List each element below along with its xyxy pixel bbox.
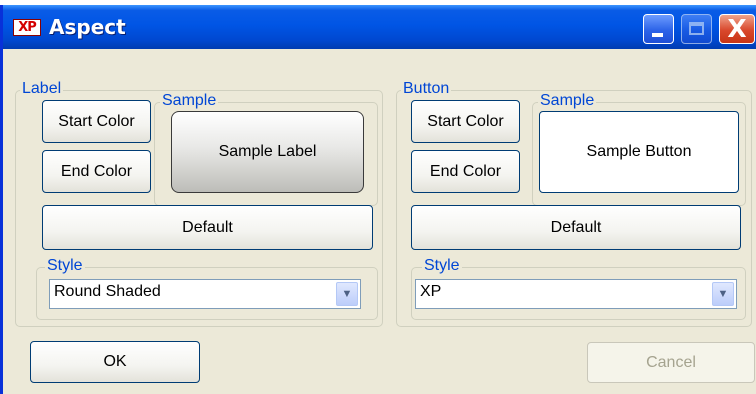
- button-style-select[interactable]: XP ▼: [415, 279, 737, 309]
- label-style-dropdown-arrow[interactable]: ▼: [336, 282, 358, 306]
- label-style-legend: Style: [45, 257, 85, 275]
- label-sample-legend: Sample: [160, 92, 219, 110]
- chevron-down-icon: ▼: [341, 288, 353, 300]
- close-button[interactable]: X: [719, 14, 755, 44]
- button-style-dropdown-arrow[interactable]: ▼: [712, 282, 734, 306]
- title-bar[interactable]: XP Aspect X: [3, 5, 756, 49]
- label-style-value: Round Shaded: [54, 283, 161, 300]
- close-icon: X: [727, 14, 747, 43]
- button-start-color-button[interactable]: Start Color: [411, 100, 520, 143]
- sample-button: Sample Button: [539, 111, 739, 193]
- cancel-button[interactable]: Cancel: [587, 342, 755, 383]
- button-style-value: XP: [420, 283, 442, 300]
- button-sample-legend: Sample: [538, 92, 597, 110]
- chevron-down-icon: ▼: [717, 288, 729, 300]
- button-default-button[interactable]: Default: [411, 205, 741, 250]
- label-style-select[interactable]: Round Shaded ▼: [49, 279, 361, 309]
- label-default-button[interactable]: Default: [42, 205, 373, 250]
- button-group-legend: Button: [401, 80, 452, 98]
- button-style-legend: Style: [422, 257, 462, 275]
- window-title: Aspect: [49, 15, 126, 39]
- button-end-color-button[interactable]: End Color: [411, 150, 520, 193]
- app-icon: XP: [13, 19, 41, 36]
- maximize-button[interactable]: [681, 14, 712, 44]
- ok-button[interactable]: OK: [30, 341, 200, 383]
- minimize-icon: [652, 33, 663, 37]
- label-start-color-button[interactable]: Start Color: [42, 100, 151, 143]
- label-end-color-button[interactable]: End Color: [42, 150, 151, 193]
- maximize-icon: [689, 22, 704, 35]
- label-group-legend: Label: [20, 80, 64, 98]
- sample-label: Sample Label: [171, 111, 364, 193]
- aspect-dialog: XP Aspect X Label Sample Style Start Col…: [0, 5, 756, 394]
- minimize-button[interactable]: [643, 14, 674, 44]
